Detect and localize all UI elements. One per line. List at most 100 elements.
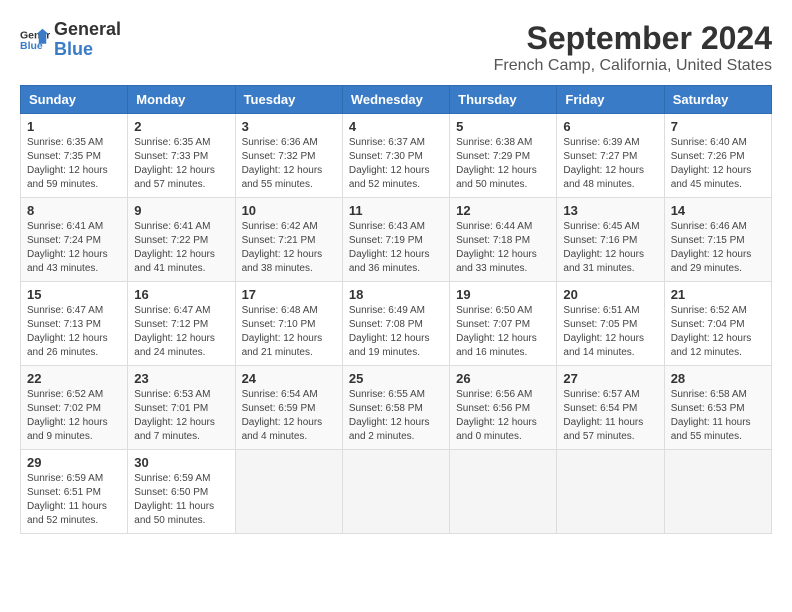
table-row: 22 Sunrise: 6:52 AM Sunset: 7:02 PM Dayl… <box>21 366 128 450</box>
table-row: 23 Sunrise: 6:53 AM Sunset: 7:01 PM Dayl… <box>128 366 235 450</box>
table-row: 13 Sunrise: 6:45 AM Sunset: 7:16 PM Dayl… <box>557 198 664 282</box>
day-number: 20 <box>563 287 657 302</box>
calendar-row: 1 Sunrise: 6:35 AM Sunset: 7:35 PM Dayli… <box>21 114 772 198</box>
title-area: September 2024 French Camp, California, … <box>494 20 772 75</box>
table-row: 5 Sunrise: 6:38 AM Sunset: 7:29 PM Dayli… <box>450 114 557 198</box>
day-info: Sunrise: 6:38 AM Sunset: 7:29 PM Dayligh… <box>456 136 550 192</box>
day-info: Sunrise: 6:53 AM Sunset: 7:01 PM Dayligh… <box>134 388 228 444</box>
table-row <box>557 450 664 534</box>
table-row: 17 Sunrise: 6:48 AM Sunset: 7:10 PM Dayl… <box>235 282 342 366</box>
day-info: Sunrise: 6:45 AM Sunset: 7:16 PM Dayligh… <box>563 220 657 276</box>
table-row: 4 Sunrise: 6:37 AM Sunset: 7:30 PM Dayli… <box>342 114 449 198</box>
day-info: Sunrise: 6:36 AM Sunset: 7:32 PM Dayligh… <box>242 136 336 192</box>
day-info: Sunrise: 6:47 AM Sunset: 7:13 PM Dayligh… <box>27 304 121 360</box>
logo-line2: Blue <box>54 40 121 60</box>
day-number: 14 <box>671 203 765 218</box>
day-number: 9 <box>134 203 228 218</box>
day-number: 21 <box>671 287 765 302</box>
day-info: Sunrise: 6:46 AM Sunset: 7:15 PM Dayligh… <box>671 220 765 276</box>
table-row: 20 Sunrise: 6:51 AM Sunset: 7:05 PM Dayl… <box>557 282 664 366</box>
day-number: 29 <box>27 455 121 470</box>
day-info: Sunrise: 6:35 AM Sunset: 7:35 PM Dayligh… <box>27 136 121 192</box>
day-number: 23 <box>134 371 228 386</box>
table-row: 2 Sunrise: 6:35 AM Sunset: 7:33 PM Dayli… <box>128 114 235 198</box>
day-number: 16 <box>134 287 228 302</box>
page-subtitle: French Camp, California, United States <box>494 57 772 75</box>
day-info: Sunrise: 6:41 AM Sunset: 7:22 PM Dayligh… <box>134 220 228 276</box>
day-info: Sunrise: 6:35 AM Sunset: 7:33 PM Dayligh… <box>134 136 228 192</box>
table-row: 14 Sunrise: 6:46 AM Sunset: 7:15 PM Dayl… <box>664 198 771 282</box>
day-number: 1 <box>27 119 121 134</box>
header: General Blue General Blue September 2024… <box>20 20 772 75</box>
day-number: 7 <box>671 119 765 134</box>
table-row: 19 Sunrise: 6:50 AM Sunset: 7:07 PM Dayl… <box>450 282 557 366</box>
page-title: September 2024 <box>494 20 772 57</box>
day-info: Sunrise: 6:43 AM Sunset: 7:19 PM Dayligh… <box>349 220 443 276</box>
logo-line1: General <box>54 20 121 40</box>
table-row: 27 Sunrise: 6:57 AM Sunset: 6:54 PM Dayl… <box>557 366 664 450</box>
calendar-row: 29 Sunrise: 6:59 AM Sunset: 6:51 PM Dayl… <box>21 450 772 534</box>
day-number: 26 <box>456 371 550 386</box>
day-number: 11 <box>349 203 443 218</box>
day-info: Sunrise: 6:39 AM Sunset: 7:27 PM Dayligh… <box>563 136 657 192</box>
day-number: 28 <box>671 371 765 386</box>
col-tuesday: Tuesday <box>235 86 342 114</box>
table-row: 28 Sunrise: 6:58 AM Sunset: 6:53 PM Dayl… <box>664 366 771 450</box>
table-row: 24 Sunrise: 6:54 AM Sunset: 6:59 PM Dayl… <box>235 366 342 450</box>
table-row: 3 Sunrise: 6:36 AM Sunset: 7:32 PM Dayli… <box>235 114 342 198</box>
day-number: 10 <box>242 203 336 218</box>
col-thursday: Thursday <box>450 86 557 114</box>
day-info: Sunrise: 6:49 AM Sunset: 7:08 PM Dayligh… <box>349 304 443 360</box>
table-row: 8 Sunrise: 6:41 AM Sunset: 7:24 PM Dayli… <box>21 198 128 282</box>
table-row: 29 Sunrise: 6:59 AM Sunset: 6:51 PM Dayl… <box>21 450 128 534</box>
calendar-row: 22 Sunrise: 6:52 AM Sunset: 7:02 PM Dayl… <box>21 366 772 450</box>
table-row: 21 Sunrise: 6:52 AM Sunset: 7:04 PM Dayl… <box>664 282 771 366</box>
day-number: 19 <box>456 287 550 302</box>
day-info: Sunrise: 6:48 AM Sunset: 7:10 PM Dayligh… <box>242 304 336 360</box>
day-info: Sunrise: 6:50 AM Sunset: 7:07 PM Dayligh… <box>456 304 550 360</box>
day-number: 17 <box>242 287 336 302</box>
day-info: Sunrise: 6:52 AM Sunset: 7:02 PM Dayligh… <box>27 388 121 444</box>
day-info: Sunrise: 6:58 AM Sunset: 6:53 PM Dayligh… <box>671 388 765 444</box>
calendar-row: 8 Sunrise: 6:41 AM Sunset: 7:24 PM Dayli… <box>21 198 772 282</box>
day-info: Sunrise: 6:59 AM Sunset: 6:50 PM Dayligh… <box>134 472 228 528</box>
table-row <box>664 450 771 534</box>
calendar-header-row: Sunday Monday Tuesday Wednesday Thursday… <box>21 86 772 114</box>
logo: General Blue General Blue <box>20 20 121 60</box>
col-sunday: Sunday <box>21 86 128 114</box>
day-info: Sunrise: 6:40 AM Sunset: 7:26 PM Dayligh… <box>671 136 765 192</box>
logo-icon: General Blue <box>20 25 50 55</box>
table-row: 30 Sunrise: 6:59 AM Sunset: 6:50 PM Dayl… <box>128 450 235 534</box>
day-info: Sunrise: 6:52 AM Sunset: 7:04 PM Dayligh… <box>671 304 765 360</box>
day-info: Sunrise: 6:37 AM Sunset: 7:30 PM Dayligh… <box>349 136 443 192</box>
day-info: Sunrise: 6:54 AM Sunset: 6:59 PM Dayligh… <box>242 388 336 444</box>
day-number: 2 <box>134 119 228 134</box>
day-info: Sunrise: 6:59 AM Sunset: 6:51 PM Dayligh… <box>27 472 121 528</box>
table-row: 6 Sunrise: 6:39 AM Sunset: 7:27 PM Dayli… <box>557 114 664 198</box>
day-info: Sunrise: 6:44 AM Sunset: 7:18 PM Dayligh… <box>456 220 550 276</box>
table-row: 7 Sunrise: 6:40 AM Sunset: 7:26 PM Dayli… <box>664 114 771 198</box>
day-number: 8 <box>27 203 121 218</box>
table-row: 10 Sunrise: 6:42 AM Sunset: 7:21 PM Dayl… <box>235 198 342 282</box>
table-row: 11 Sunrise: 6:43 AM Sunset: 7:19 PM Dayl… <box>342 198 449 282</box>
col-monday: Monday <box>128 86 235 114</box>
table-row <box>342 450 449 534</box>
table-row <box>450 450 557 534</box>
day-number: 6 <box>563 119 657 134</box>
day-info: Sunrise: 6:42 AM Sunset: 7:21 PM Dayligh… <box>242 220 336 276</box>
day-number: 27 <box>563 371 657 386</box>
table-row: 1 Sunrise: 6:35 AM Sunset: 7:35 PM Dayli… <box>21 114 128 198</box>
day-info: Sunrise: 6:56 AM Sunset: 6:56 PM Dayligh… <box>456 388 550 444</box>
table-row: 26 Sunrise: 6:56 AM Sunset: 6:56 PM Dayl… <box>450 366 557 450</box>
table-row: 18 Sunrise: 6:49 AM Sunset: 7:08 PM Dayl… <box>342 282 449 366</box>
day-info: Sunrise: 6:47 AM Sunset: 7:12 PM Dayligh… <box>134 304 228 360</box>
day-number: 13 <box>563 203 657 218</box>
day-info: Sunrise: 6:51 AM Sunset: 7:05 PM Dayligh… <box>563 304 657 360</box>
day-number: 24 <box>242 371 336 386</box>
calendar-row: 15 Sunrise: 6:47 AM Sunset: 7:13 PM Dayl… <box>21 282 772 366</box>
table-row: 9 Sunrise: 6:41 AM Sunset: 7:22 PM Dayli… <box>128 198 235 282</box>
col-saturday: Saturday <box>664 86 771 114</box>
table-row: 25 Sunrise: 6:55 AM Sunset: 6:58 PM Dayl… <box>342 366 449 450</box>
day-number: 12 <box>456 203 550 218</box>
calendar: Sunday Monday Tuesday Wednesday Thursday… <box>20 85 772 534</box>
